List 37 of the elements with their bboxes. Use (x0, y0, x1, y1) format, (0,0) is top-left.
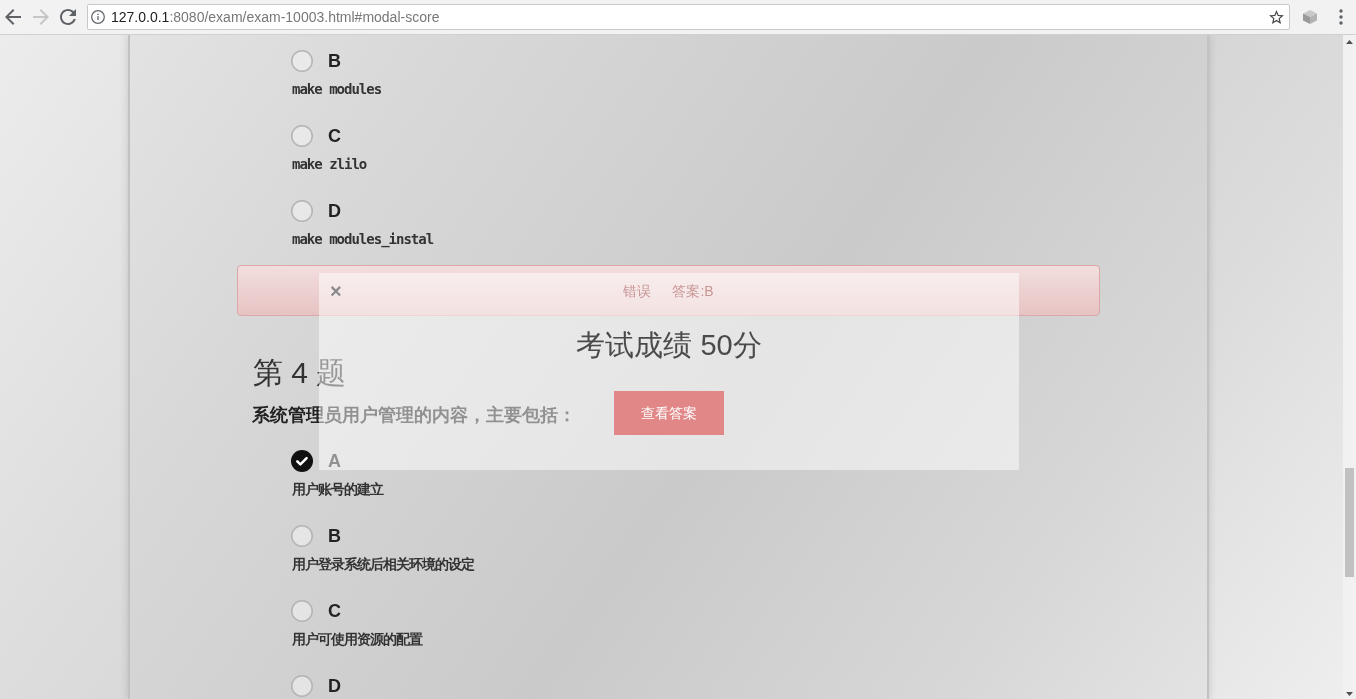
radio-button[interactable] (291, 525, 313, 547)
option-letter: A (328, 450, 341, 472)
radio-button[interactable] (291, 200, 313, 222)
option-text: 用户可使用资源的配置 (292, 630, 422, 648)
option-letter: B (328, 525, 341, 547)
option-text: make modules_instal (292, 230, 434, 248)
radio-button[interactable] (291, 125, 313, 147)
radio-button[interactable] (291, 450, 313, 472)
url-text[interactable]: 127.0.0.1:8080/exam/exam-10003.html#modal-score (111, 8, 440, 26)
dialog-title: 考试成绩 50分 (576, 328, 762, 363)
option-text: 用户账号的建立 (292, 480, 383, 498)
scroll-thumb[interactable] (1345, 468, 1354, 577)
address-bar[interactable]: 127.0.0.1:8080/exam/exam-10003.html#modal-score (87, 4, 1290, 30)
scroll-up-icon[interactable] (1346, 40, 1353, 44)
reload-icon (60, 9, 76, 25)
option-letter: D (328, 200, 341, 222)
question-heading: 第 4 题 (253, 355, 347, 391)
option-text: make modules (292, 80, 382, 98)
radio-button[interactable] (291, 675, 313, 697)
correct-answer: 答案:B (672, 281, 714, 300)
arrow-right-icon (32, 9, 49, 25)
info-icon[interactable] (91, 10, 105, 24)
option-letter: C (328, 125, 341, 147)
option-text: 用户登录系统后相关环境的设定 (292, 555, 474, 573)
question-text: 系统管理员用户管理的内容，主要包括： (252, 404, 576, 426)
option-letter: B (328, 50, 341, 72)
option-text: make zlilo (292, 155, 367, 173)
result-verdict: 错误 (623, 281, 652, 300)
arrow-left-icon (5, 9, 21, 25)
star-icon[interactable] (1269, 10, 1284, 24)
radio-button[interactable] (291, 50, 313, 72)
cube-icon[interactable] (1302, 9, 1318, 25)
menu-icon[interactable] (1339, 9, 1343, 25)
scroll-down-icon[interactable] (1346, 692, 1353, 696)
option-letter: D (328, 675, 341, 697)
option-letter: C (328, 600, 341, 622)
radio-button[interactable] (291, 600, 313, 622)
